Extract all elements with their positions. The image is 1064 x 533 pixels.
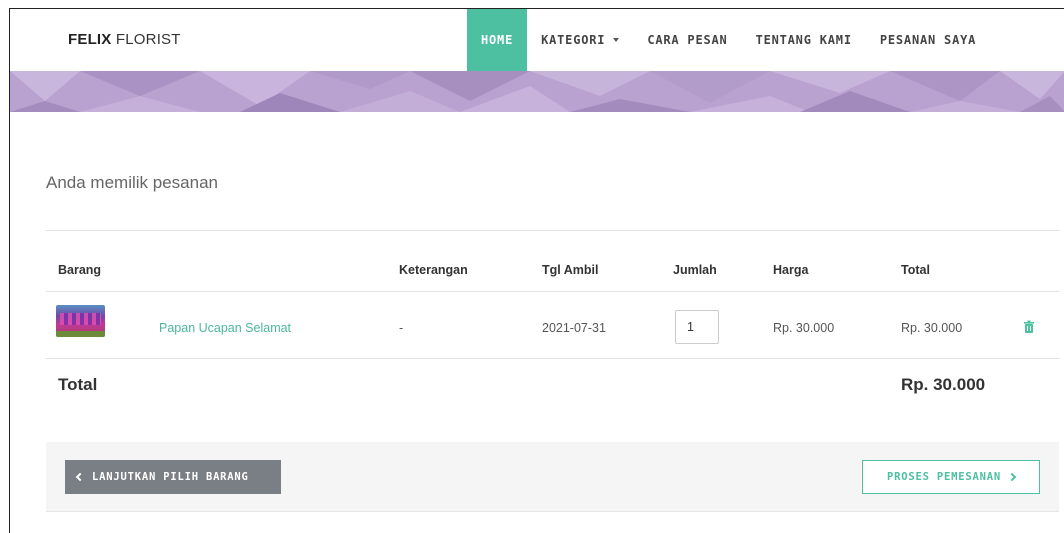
nav-home[interactable]: HOME bbox=[467, 9, 528, 71]
col-header-tgl-ambil: Tgl Ambil bbox=[542, 263, 599, 277]
product-thumbnail[interactable] bbox=[56, 305, 105, 337]
action-bar: LANJUTKAN PILIH BARANG PROSES PEMESANAN bbox=[46, 442, 1059, 512]
caret-down-icon bbox=[613, 38, 620, 42]
nav-kategori-label: KATEGORI bbox=[541, 33, 606, 47]
nav-pesanan-saya[interactable]: PESANAN SAYA bbox=[866, 9, 990, 71]
page-frame: FELIX FLORIST HOME KATEGORI CARA PESAN T… bbox=[9, 8, 1064, 533]
col-header-jumlah: Jumlah bbox=[673, 263, 717, 277]
process-order-label: PROSES PEMESANAN bbox=[887, 471, 1001, 483]
navbar: FELIX FLORIST HOME KATEGORI CARA PESAN T… bbox=[10, 9, 1064, 71]
table-top-rule bbox=[46, 230, 1059, 231]
product-link[interactable]: Papan Ucapan Selamat bbox=[159, 321, 291, 335]
nav-cara-pesan[interactable]: CARA PESAN bbox=[633, 9, 741, 71]
brand-logo[interactable]: FELIX FLORIST bbox=[68, 31, 181, 48]
col-header-harga: Harga bbox=[773, 263, 809, 277]
trash-icon[interactable] bbox=[1022, 320, 1036, 334]
process-order-button[interactable]: PROSES PEMESANAN bbox=[862, 460, 1040, 494]
continue-shopping-button[interactable]: LANJUTKAN PILIH BARANG bbox=[65, 460, 281, 494]
cell-total: Rp. 30.000 bbox=[901, 321, 963, 335]
banner-pattern bbox=[10, 71, 1064, 112]
col-header-barang: Barang bbox=[58, 263, 102, 277]
chevron-right-icon bbox=[1007, 472, 1017, 482]
cell-keterangan: - bbox=[399, 321, 404, 335]
nav-kategori[interactable]: KATEGORI bbox=[527, 9, 633, 71]
cell-harga: Rp. 30.000 bbox=[773, 321, 835, 335]
grand-total-value: Rp. 30.000 bbox=[901, 375, 986, 394]
main-nav: HOME KATEGORI CARA PESAN TENTANG KAMI PE… bbox=[467, 9, 990, 71]
quantity-input[interactable] bbox=[675, 310, 719, 344]
col-header-keterangan: Keterangan bbox=[399, 263, 468, 277]
cell-tgl-ambil: 2021-07-31 bbox=[542, 321, 606, 335]
nav-tentang-kami[interactable]: TENTANG KAMI bbox=[742, 9, 866, 71]
page-heading: Anda memilik pesanan bbox=[46, 173, 218, 192]
header-banner bbox=[10, 71, 1064, 112]
col-header-total: Total bbox=[901, 263, 930, 277]
chevron-left-icon bbox=[75, 472, 85, 482]
table-header-rule bbox=[46, 291, 1059, 292]
brand-name-rest: FLORIST bbox=[111, 31, 181, 48]
grand-total-label: Total bbox=[58, 375, 98, 394]
table-row-rule bbox=[46, 358, 1059, 359]
continue-shopping-label: LANJUTKAN PILIH BARANG bbox=[92, 471, 249, 483]
brand-name-bold: FELIX bbox=[68, 31, 112, 48]
